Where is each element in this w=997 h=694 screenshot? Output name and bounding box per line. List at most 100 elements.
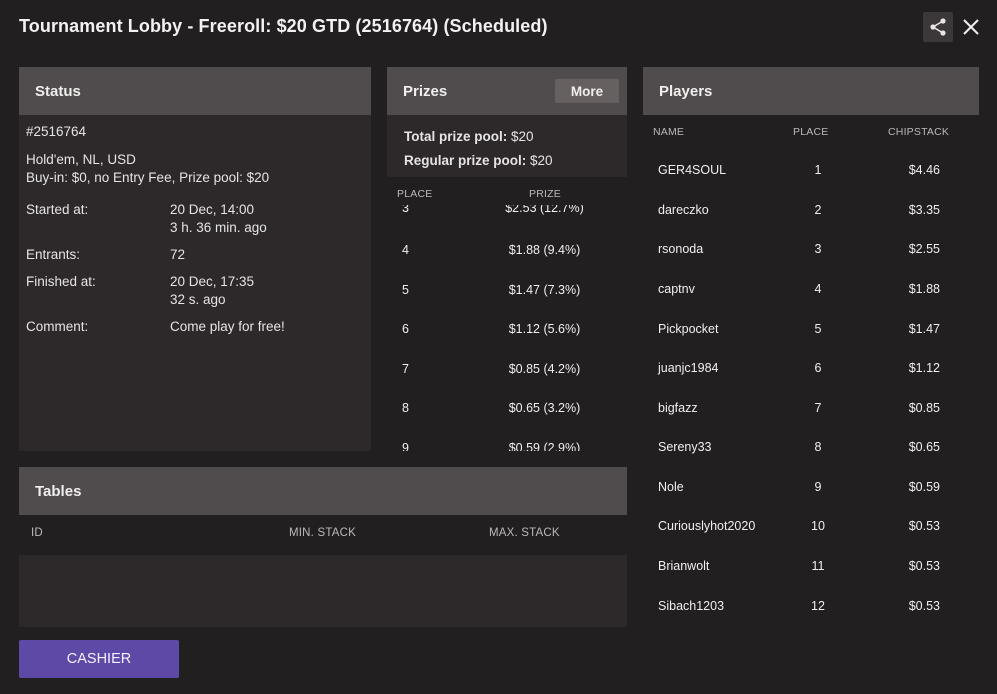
- comment-row: Comment: Come play for free!: [26, 318, 364, 336]
- prizes-col-prize: PRIZE: [529, 188, 561, 200]
- player-place: 2: [814, 203, 822, 217]
- player-chipstack: $3.35: [908, 203, 940, 217]
- prize-place: 4: [402, 243, 409, 257]
- prize-list[interactable]: 3 $2.53 (12.7%) 4 $1.88 (9.4%) 5 $1.47 (7.3…: [387, 205, 627, 451]
- player-place: 6: [814, 361, 822, 375]
- player-place: 9: [814, 480, 822, 494]
- player-name: bigfazz: [658, 401, 698, 415]
- player-row[interactable]: rsonoda 3 $2.55: [643, 242, 979, 262]
- player-name: rsonoda: [658, 242, 704, 256]
- tables-list: [19, 555, 627, 627]
- player-row[interactable]: GER4SOUL 1 $4.46: [643, 163, 979, 183]
- prize-row: 6 $1.12 (5.6%): [387, 322, 627, 342]
- tables-header: Tables: [19, 467, 627, 515]
- player-place: 1: [814, 163, 822, 177]
- regular-prize-pool-label: Regular prize pool:: [404, 153, 527, 168]
- tables-col-max-stack[interactable]: MAX. STACK: [489, 527, 560, 539]
- player-name: Pickpocket: [658, 322, 719, 336]
- player-chipstack: $0.65: [908, 440, 940, 454]
- cashier-button[interactable]: CASHIER: [19, 640, 179, 678]
- prize-amount: $0.85 (4.2%): [508, 362, 581, 376]
- player-name: juanjc1984: [658, 361, 719, 375]
- prize-amount: $0.59 (2.9%): [508, 441, 581, 451]
- buyin-info: Buy-in: $0, no Entry Fee, Prize pool: $2…: [26, 170, 270, 185]
- players-header: Players: [643, 67, 979, 115]
- player-chipstack: $4.46: [908, 163, 940, 177]
- tables-col-id[interactable]: ID: [31, 527, 43, 539]
- finished-ago: 32 s. ago: [170, 292, 226, 307]
- player-row[interactable]: Sereny33 8 $0.65: [643, 440, 979, 460]
- prize-place: 7: [402, 362, 409, 376]
- player-row[interactable]: bigfazz 7 $0.85: [643, 401, 979, 421]
- more-prizes-button[interactable]: More: [555, 79, 619, 103]
- player-place: 12: [811, 599, 825, 613]
- tournament-id: #2516764: [26, 124, 87, 139]
- share-icon: [930, 18, 946, 36]
- regular-prize-pool-value: $20: [530, 153, 553, 168]
- player-chipstack: $0.59: [908, 480, 940, 494]
- total-prize-pool-label: Total prize pool:: [404, 129, 508, 144]
- player-row[interactable]: captnv 4 $1.88: [643, 282, 979, 302]
- player-name: captnv: [658, 282, 695, 296]
- comment-label: Comment:: [26, 319, 89, 334]
- started-value: 20 Dec, 14:00: [170, 202, 255, 217]
- player-chipstack: $0.85: [908, 401, 940, 415]
- started-label: Started at:: [26, 202, 89, 217]
- player-name: Sereny33: [658, 440, 712, 454]
- player-place: 7: [814, 401, 822, 415]
- regular-prize-pool: Regular prize pool: $20: [404, 149, 610, 173]
- close-button[interactable]: [959, 14, 983, 40]
- prize-amount: $1.47 (7.3%): [508, 283, 581, 297]
- share-button[interactable]: [923, 12, 953, 42]
- finished-row: Finished at: 20 Dec, 17:35 32 s. ago: [26, 273, 364, 309]
- player-row[interactable]: Pickpocket 5 $1.47: [643, 322, 979, 342]
- prize-row: 3 $2.53 (12.7%): [387, 205, 627, 221]
- player-place: 8: [814, 440, 822, 454]
- tournament-lobby-window: Tournament Lobby - Freeroll: $20 GTD (25…: [0, 0, 997, 694]
- player-name: dareczko: [658, 203, 709, 217]
- prize-summary: Total prize pool: $20 Regular prize pool…: [387, 115, 627, 177]
- close-icon: [963, 19, 979, 35]
- status-panel: #2516764 Hold'em, NL, USD Buy-in: $0, no…: [19, 115, 371, 451]
- player-row[interactable]: Brianwolt 11 $0.53: [643, 559, 979, 579]
- prize-row: 5 $1.47 (7.3%): [387, 283, 627, 303]
- prize-amount: $2.53 (12.7%): [505, 205, 584, 215]
- players-col-place[interactable]: PLACE: [793, 126, 828, 138]
- player-row[interactable]: Curiouslyhot2020 10 $0.53: [643, 519, 979, 539]
- status-header-label: Status: [35, 82, 81, 100]
- player-chipstack: $1.12: [908, 361, 940, 375]
- prize-place: 9: [402, 441, 409, 451]
- player-place: 5: [814, 322, 822, 336]
- player-row[interactable]: Nole 9 $0.59: [643, 480, 979, 500]
- game-type: Hold'em, NL, USD: [26, 152, 136, 167]
- player-name: Brianwolt: [658, 559, 710, 573]
- finished-value: 20 Dec, 17:35: [170, 274, 255, 289]
- prize-row: 7 $0.85 (4.2%): [387, 362, 627, 382]
- started-row: Started at: 20 Dec, 14:00 3 h. 36 min. a…: [26, 201, 364, 237]
- player-chipstack: $0.53: [908, 519, 940, 533]
- tables-col-min-stack[interactable]: MIN. STACK: [289, 527, 356, 539]
- prizes-header-label: Prizes: [403, 82, 448, 100]
- player-row[interactable]: juanjc1984 6 $1.12: [643, 361, 979, 381]
- player-place: 10: [811, 519, 825, 533]
- prize-amount: $0.65 (3.2%): [508, 401, 581, 415]
- players-col-name[interactable]: NAME: [653, 126, 684, 138]
- prizes-col-place: PLACE: [397, 188, 433, 200]
- player-chipstack: $0.53: [908, 559, 940, 573]
- entrants-value: 72: [170, 247, 186, 262]
- player-name: Sibach1203: [658, 599, 725, 613]
- comment-value: Come play for free!: [170, 319, 285, 334]
- players-col-chipstack[interactable]: CHIPSTACK: [888, 126, 949, 138]
- player-name: Nole: [658, 480, 684, 494]
- player-row[interactable]: dareczko 2 $3.35: [643, 203, 979, 223]
- prize-place: 5: [402, 283, 409, 297]
- player-place: 3: [814, 242, 822, 256]
- player-place: 4: [814, 282, 822, 296]
- prize-row: 9 $0.59 (2.9%): [387, 441, 627, 451]
- prize-place: 6: [402, 322, 409, 336]
- entrants-row: Entrants: 72: [26, 246, 364, 264]
- player-row[interactable]: Sibach1203 12 $0.53: [643, 599, 979, 619]
- status-header: Status: [19, 67, 371, 115]
- prize-row: 4 $1.88 (9.4%): [387, 243, 627, 263]
- prize-amount: $1.12 (5.6%): [508, 322, 581, 336]
